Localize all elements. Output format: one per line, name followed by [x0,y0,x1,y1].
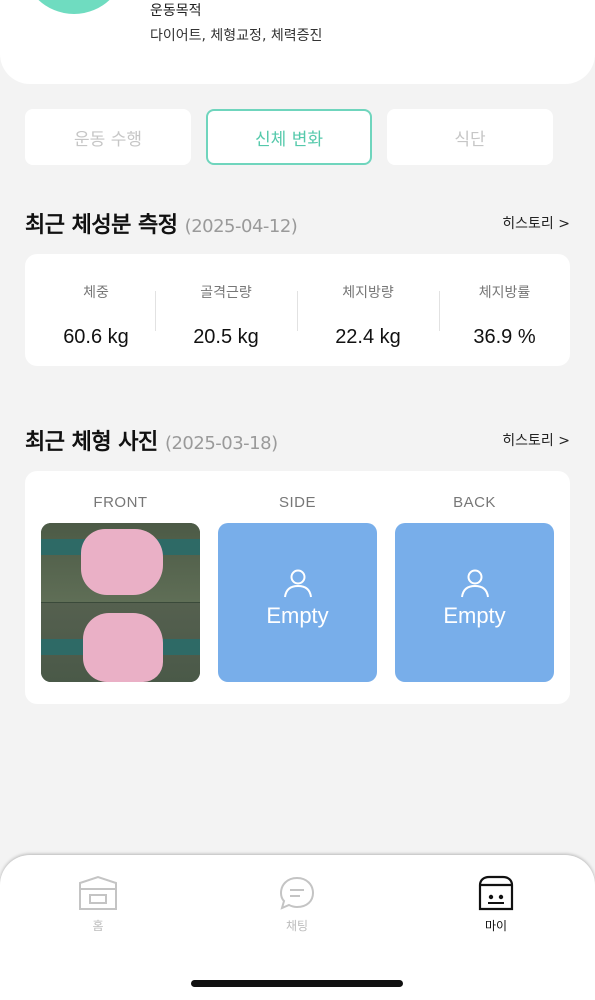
body-composition-history-link[interactable]: 히스토리 > [502,213,570,233]
tab-workout[interactable]: 운동 수행 [25,109,191,165]
stat-value: 20.5 kg [193,326,259,348]
nav-item-my[interactable]: 마이 [456,875,536,934]
hand-shape [83,613,163,682]
side-photo-placeholder[interactable]: Empty [218,523,377,682]
home-icon [79,875,117,910]
body-composition-date: (2025-04-12) [184,216,298,237]
body-photos-title: 최근 체형 사진 (2025-03-18) [25,424,278,456]
hand-shape [81,529,163,595]
nav-label: 홈 [92,919,104,933]
stat-body-fat-mass: 체지방량 22.4 kg [297,254,439,364]
body-composition-title-text: 최근 체성분 측정 [25,213,178,238]
nav-label: 마이 [484,919,508,933]
goal-value: 다이어트, 체형교정, 체력증진 [150,28,323,44]
body-photos-date: (2025-03-18) [164,433,278,454]
photo-half-bottom [41,603,200,682]
stat-value: 60.6 kg [63,326,129,348]
stat-weight: 체중 60.6 kg [25,254,167,364]
nav-item-home[interactable]: 홈 [58,875,138,934]
body-photos-history-link[interactable]: 히스토리 > [502,430,570,450]
stat-label: 체지방량 [342,285,394,301]
back-photo-placeholder[interactable]: Empty [395,523,554,682]
stat-body-fat-percent: 체지방률 36.9 % [439,254,570,364]
nav-item-chat[interactable]: 채팅 [257,875,337,934]
bottom-nav: 홈 채팅 마이 [0,855,595,1000]
tab-body-change[interactable]: 신체 변화 [206,109,372,165]
empty-text: Empty [266,603,329,628]
body-composition-card: 체중 60.6 kg 골격근량 20.5 kg 체지방량 22.4 kg 체지방… [25,254,570,366]
empty-text: Empty [443,603,506,628]
stat-skeletal-muscle: 골격근량 20.5 kg [155,254,297,364]
my-icon [478,875,514,911]
person-icon [461,569,489,598]
photo-half-top [41,523,200,602]
person-icon [284,569,312,598]
photo-label-front: FRONT [93,494,148,511]
photo-label-side: SIDE [278,494,316,511]
progress-ring [22,0,126,14]
stat-value: 22.4 kg [335,326,401,348]
stat-label: 체지방률 [478,285,531,301]
body-composition-title: 최근 체성분 측정 (2025-04-12) [25,207,298,239]
chat-icon [279,876,315,910]
stat-label: 체중 [83,285,109,301]
stat-label: 골격근량 [200,285,252,301]
profile-card: 운동목적 다이어트, 체형교정, 체력증진 [0,0,595,84]
body-photos-title-text: 최근 체형 사진 [25,430,158,455]
nav-label: 채팅 [285,919,309,933]
home-indicator[interactable] [191,980,403,987]
stat-value: 36.9 % [473,326,536,348]
photo-label-back: BACK [453,494,496,511]
goal-label: 운동목적 [150,3,202,19]
tab-diet[interactable]: 식단 [387,109,553,165]
front-photo[interactable] [41,523,200,682]
